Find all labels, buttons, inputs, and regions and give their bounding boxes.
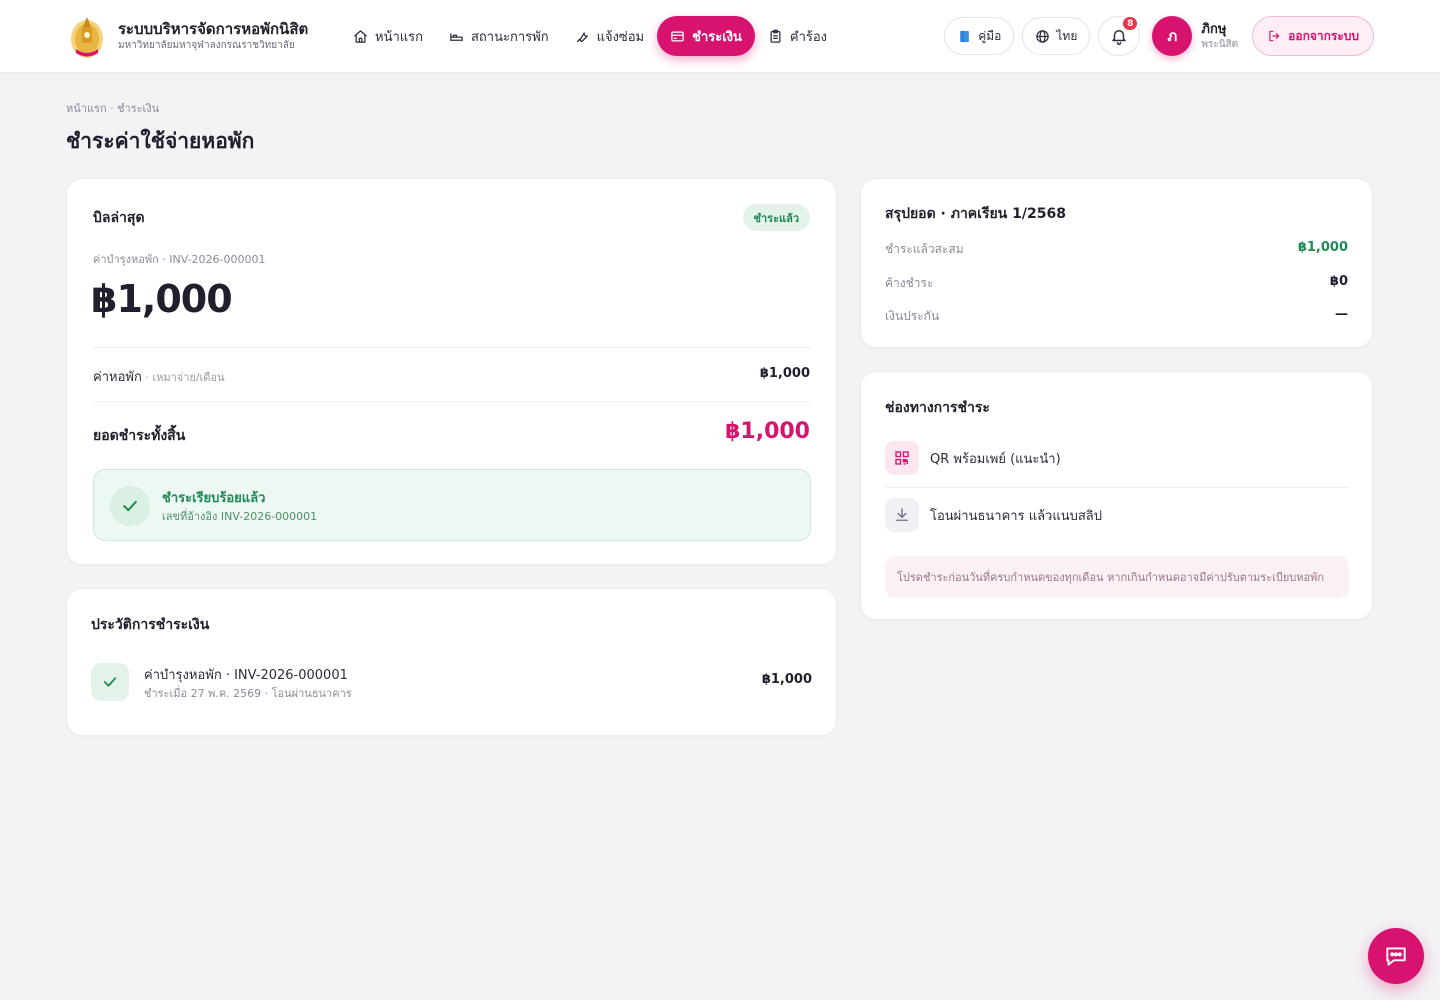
summary-outstanding-label: ค้างชำระ <box>885 276 934 290</box>
page-title: ชำระค่าใช้จ่ายหอพัก <box>66 129 255 153</box>
history-card-title: ประวัติการชำระเงิน <box>91 617 210 633</box>
download-icon-badge <box>885 498 919 532</box>
nav-item-label: สถานะการพัก <box>471 29 549 45</box>
chat-bubble-icon <box>1386 947 1406 966</box>
total-label: ยอดชำระทั้งสิ้น <box>93 428 186 444</box>
check-icon <box>103 677 117 687</box>
avatar: ภ <box>1152 16 1193 56</box>
download-icon <box>896 508 908 521</box>
globe-icon <box>1036 29 1050 43</box>
book-icon <box>960 30 970 42</box>
nav-item-label: ชำระเงิน <box>692 29 742 45</box>
nav-item-payment[interactable]: ชำระเงิน <box>657 16 755 56</box>
channels-card-title: ช่องทางการชำระ <box>885 400 990 416</box>
nav-item-label: หน้าแรก <box>375 29 423 45</box>
nav-item-home[interactable]: หน้าแรก <box>340 16 436 56</box>
total-amount: ฿1,000 <box>725 419 810 444</box>
brand[interactable]: ระบบบริหารจัดการหอพักนิสิต มหาวิทยาลัยมห… <box>70 12 308 60</box>
summary-outstanding-value: ฿0 <box>1329 274 1348 289</box>
brand-title: ระบบบริหารจัดการหอพักนิสิต <box>118 19 309 38</box>
header-actions: คู่มือ ไทย 8 ภ ภิกษุ พระนิสิต ออกจากระบบ <box>936 15 1374 56</box>
success-check-badge <box>110 486 150 526</box>
wrench-icon <box>576 31 588 42</box>
payment-channels-card: ช่องทางการชำระ QR พร้อมเพย์ (แนะนำ) โอนผ… <box>860 371 1373 620</box>
nav-item-stay-status[interactable]: สถานะการพัก <box>436 16 562 56</box>
logout-button[interactable]: ออกจากระบบ <box>1252 16 1374 56</box>
notification-count-badge: 8 <box>1121 15 1140 32</box>
logout-icon <box>1269 30 1280 42</box>
language-button[interactable]: ไทย <box>1022 17 1091 55</box>
user-role: พระนิสิต <box>1201 38 1239 50</box>
brand-subtitle: มหาวิทยาลัยมหาจุฬาลงกรณราชวิทยาลัย <box>118 39 295 51</box>
card-icon <box>671 31 684 41</box>
channel-qr-promptpay[interactable]: QR พร้อมเพย์ (แนะนำ) <box>885 440 1349 476</box>
divider <box>93 401 811 402</box>
breadcrumb: หน้าแรก · ชำระเงิน <box>66 102 160 115</box>
bill-amount: ฿1,000 <box>91 277 233 321</box>
divider <box>93 347 811 348</box>
notifications-button[interactable]: 8 <box>1098 15 1141 56</box>
nav-item-repair[interactable]: แจ้งซ่อม <box>562 16 658 56</box>
history-item-title: ค่าบำรุงหอพัก · INV-2026-000001 <box>144 668 348 683</box>
line-item-note: · เหมาจ่าย/เดือน <box>141 371 225 384</box>
line-item-label: ค่าหอพัก · เหมาจ่าย/เดือน <box>93 366 225 387</box>
manual-label: คู่มือ <box>978 28 1002 43</box>
channel-label: โอนผ่านธนาคาร แล้วแนบสลิป <box>930 508 1103 524</box>
top-header: ระบบบริหารจัดการหอพักนิสิต มหาวิทยาลัยมห… <box>0 0 1440 72</box>
logout-label: ออกจากระบบ <box>1288 28 1359 43</box>
line-item-amount: ฿1,000 <box>759 366 810 381</box>
clipboard-icon <box>770 29 781 43</box>
user-menu[interactable]: ภ ภิกษุ พระนิสิต <box>1152 16 1238 56</box>
divider <box>885 487 1349 488</box>
summary-deposit-value: — <box>1335 307 1348 322</box>
nav-item-label: แจ้งซ่อม <box>596 29 645 45</box>
status-badge: ชำระแล้ว <box>742 204 810 231</box>
summary-paid-value: ฿1,000 <box>1297 240 1348 255</box>
payment-note: โปรดชำระก่อนวันที่ครบกำหนดของทุกเดือน หา… <box>885 556 1349 598</box>
qr-icon-badge <box>885 441 919 475</box>
history-status-badge <box>91 663 129 701</box>
success-reference: เลขที่อ้างอิง INV-2026-000001 <box>162 510 318 523</box>
channel-label: QR พร้อมเพย์ (แนะนำ) <box>930 451 1061 467</box>
main-nav: หน้าแรก สถานะการพัก แจ้งซ่อม ชำระเงิน คำ… <box>340 16 840 56</box>
nav-item-requests[interactable]: คำร้อง <box>755 16 840 56</box>
nav-item-label: คำร้อง <box>789 29 828 45</box>
payment-success-banner: ชำระเรียบร้อยแล้ว เลขที่อ้างอิง INV-2026… <box>93 469 811 541</box>
summary-card: สรุปยอด · ภาคเรียน 1/2568 ชำระแล้วสะสม ฿… <box>860 178 1373 348</box>
payment-history-card: ประวัติการชำระเงิน ค่าบำรุงหอพัก · INV-2… <box>66 588 837 736</box>
summary-paid-label: ชำระแล้วสะสม <box>885 242 964 256</box>
channel-bank-transfer[interactable]: โอนผ่านธนาคาร แล้วแนบสลิป <box>885 497 1349 533</box>
line-item-name: ค่าหอพัก <box>93 370 142 385</box>
success-title: ชำระเรียบร้อยแล้ว <box>162 491 266 506</box>
latest-bill-card: บิลล่าสุด ชำระแล้ว ค่าบำรุงหอพัก · INV-2… <box>66 178 837 565</box>
history-item-subtitle: ชำระเมื่อ 27 พ.ค. 2569 · โอนผ่านธนาคาร <box>144 687 352 700</box>
home-icon <box>354 29 367 43</box>
user-name: ภิกษุ <box>1201 21 1227 37</box>
summary-deposit-label: เงินประกัน <box>885 309 940 323</box>
bill-card-title: บิลล่าสุด <box>93 210 145 226</box>
summary-card-title: สรุปยอด · ภาคเรียน 1/2568 <box>885 206 1066 222</box>
manual-button[interactable]: คู่มือ <box>944 17 1015 55</box>
history-item-amount: ฿1,000 <box>761 672 812 687</box>
language-label: ไทย <box>1056 28 1078 43</box>
chat-button[interactable] <box>1368 928 1424 984</box>
university-emblem-icon <box>71 17 103 58</box>
qr-code-icon <box>895 451 909 465</box>
bed-icon <box>450 32 463 41</box>
check-icon <box>123 500 137 512</box>
bill-subtitle: ค่าบำรุงหอพัก · INV-2026-000001 <box>93 253 266 266</box>
